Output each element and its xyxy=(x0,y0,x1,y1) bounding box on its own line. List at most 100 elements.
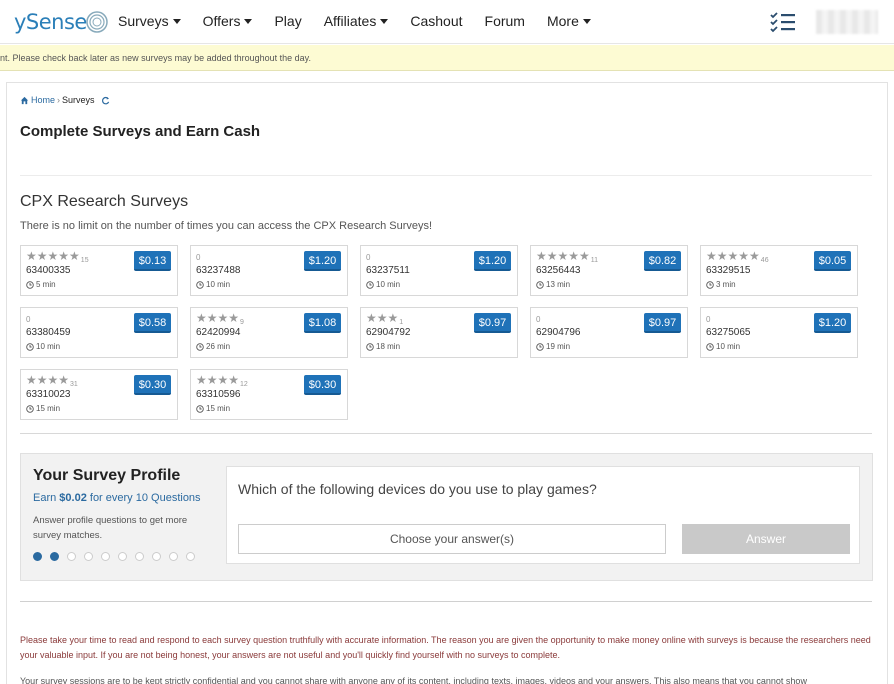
survey-id: 63400335 xyxy=(26,265,71,276)
survey-rating: 0 xyxy=(26,311,30,327)
ysense-logo[interactable]: ySense xyxy=(14,8,109,36)
refresh-icon[interactable] xyxy=(101,96,110,105)
survey-card[interactable]: ★★★★★46 63329515 3 min $0.05 xyxy=(700,245,858,296)
nav-item-more[interactable]: More xyxy=(547,13,591,29)
rating-count: 15 xyxy=(80,257,89,264)
survey-card[interactable]: 0 62904796 19 min $0.97 xyxy=(530,307,688,358)
survey-price-button[interactable]: $1.20 xyxy=(474,251,511,271)
survey-id: 63275065 xyxy=(706,327,751,338)
survey-price-button[interactable]: $0.97 xyxy=(644,313,681,333)
rating-count: 31 xyxy=(70,381,78,388)
clock-icon xyxy=(536,280,544,289)
survey-duration: 19 min xyxy=(536,342,570,351)
divider xyxy=(20,601,872,602)
clock-icon xyxy=(196,280,204,289)
nav-item-label: Offers xyxy=(202,13,241,29)
nav-item-label: Forum xyxy=(484,13,525,29)
survey-card[interactable]: 0 63237511 10 min $1.20 xyxy=(360,245,518,296)
progress-dot xyxy=(67,552,76,561)
survey-card[interactable]: 0 63237488 10 min $1.20 xyxy=(190,245,348,296)
nav-item-label: Play xyxy=(274,13,302,29)
survey-price-button[interactable]: $0.82 xyxy=(644,251,681,271)
duration-text: 5 min xyxy=(36,280,56,289)
nav-item-surveys[interactable]: Surveys xyxy=(118,13,181,29)
survey-duration: 26 min xyxy=(196,342,230,351)
breadcrumb-home[interactable]: Home xyxy=(31,95,55,105)
clock-icon xyxy=(706,342,714,351)
profile-title: Your Survey Profile xyxy=(33,467,181,484)
survey-price-button[interactable]: $1.20 xyxy=(304,251,341,271)
rating-count: 0 xyxy=(706,315,711,324)
user-avatar-blurred[interactable] xyxy=(816,10,878,34)
duration-text: 10 min xyxy=(206,280,231,289)
profile-description: Answer profile questions to get more sur… xyxy=(33,515,188,541)
duration-text: 15 min xyxy=(206,404,231,413)
rating-count: 9 xyxy=(240,319,244,326)
survey-grid: ★★★★★15 63400335 5 min $0.13 0 63237488 10 min… xyxy=(20,245,872,423)
nav-item-forum[interactable]: Forum xyxy=(485,13,525,29)
nav-item-label: Surveys xyxy=(118,13,169,29)
answer-select[interactable]: Choose your answer(s) xyxy=(238,524,666,554)
survey-rating: 0 xyxy=(536,311,540,327)
progress-dot xyxy=(152,552,161,561)
survey-id: 63237511 xyxy=(366,265,410,276)
survey-id: 63310596 xyxy=(196,389,241,400)
survey-price-button[interactable]: $0.05 xyxy=(814,251,851,271)
answer-button[interactable]: Answer xyxy=(682,524,850,554)
divider xyxy=(20,433,872,434)
survey-card[interactable]: ★★★★★11 63256443 13 min $0.82 xyxy=(530,245,688,296)
top-navbar: ySense Surveys Offers Play Affiliates Cashou… xyxy=(0,0,894,44)
profile-earn-text: Earn $0.02 for every 10 Questions xyxy=(33,492,201,504)
survey-price-button[interactable]: $0.30 xyxy=(304,375,341,395)
rating-count: 1 xyxy=(399,319,404,326)
survey-card[interactable]: ★★★★9 62420994 26 min $1.08 xyxy=(190,307,348,358)
checklist-icon[interactable] xyxy=(770,11,796,33)
clock-icon xyxy=(26,280,34,289)
caret-down-icon xyxy=(582,18,591,24)
survey-card[interactable]: ★★★1 62904792 18 min $0.97 xyxy=(360,307,518,358)
progress-dot xyxy=(169,552,178,561)
logo-swirl-icon xyxy=(86,11,108,33)
rating-count: 0 xyxy=(536,315,541,324)
duration-text: 26 min xyxy=(206,342,231,351)
profile-earn-amount: $0.02 xyxy=(59,492,87,504)
survey-card[interactable]: ★★★★31 63310023 15 min $0.30 xyxy=(20,369,178,420)
survey-price-button[interactable]: $1.20 xyxy=(814,313,851,333)
clock-icon xyxy=(366,280,374,289)
breadcrumb-separator: › xyxy=(57,95,61,105)
survey-price-button[interactable]: $0.13 xyxy=(134,251,171,271)
survey-card[interactable]: ★★★★12 63310596 15 min $0.30 xyxy=(190,369,348,420)
survey-price-button[interactable]: $0.58 xyxy=(134,313,171,333)
survey-card[interactable]: ★★★★★15 63400335 5 min $0.13 xyxy=(20,245,178,296)
section-subtitle: There is no limit on the number of times… xyxy=(20,220,433,232)
nav-item-cashout[interactable]: Cashout xyxy=(410,13,462,29)
nav-item-offers[interactable]: Offers xyxy=(203,13,253,29)
progress-dot xyxy=(84,552,93,561)
survey-duration: 3 min xyxy=(706,280,736,289)
survey-price-button[interactable]: $1.08 xyxy=(304,313,341,333)
survey-duration: 10 min xyxy=(196,280,230,289)
profile-progress-dots xyxy=(33,552,203,561)
nav-item-play[interactable]: Play xyxy=(274,13,301,29)
divider xyxy=(20,175,872,176)
star-icons: ★★★★ xyxy=(26,373,70,387)
nav-item-label: Cashout xyxy=(410,13,463,29)
home-icon xyxy=(20,96,29,104)
star-icons: ★★★★★ xyxy=(706,249,760,263)
duration-text: 10 min xyxy=(376,280,401,289)
nav-item-affiliates[interactable]: Affiliates xyxy=(324,13,389,29)
duration-text: 10 min xyxy=(36,342,61,351)
survey-price-button[interactable]: $0.30 xyxy=(134,375,171,395)
survey-card[interactable]: 0 63380459 10 min $0.58 xyxy=(20,307,178,358)
survey-id: 63329515 xyxy=(706,265,751,276)
survey-id: 63310023 xyxy=(26,389,71,400)
star-icons: ★★★★ xyxy=(196,311,240,325)
rating-count: 46 xyxy=(760,257,769,264)
progress-dot xyxy=(50,552,59,561)
clock-icon xyxy=(26,404,34,413)
clock-icon xyxy=(196,342,204,351)
survey-duration: 15 min xyxy=(196,404,230,413)
notice-banner: nt. Please check back later as new surve… xyxy=(0,45,894,71)
survey-price-button[interactable]: $0.97 xyxy=(474,313,511,333)
survey-card[interactable]: 0 63275065 10 min $1.20 xyxy=(700,307,858,358)
